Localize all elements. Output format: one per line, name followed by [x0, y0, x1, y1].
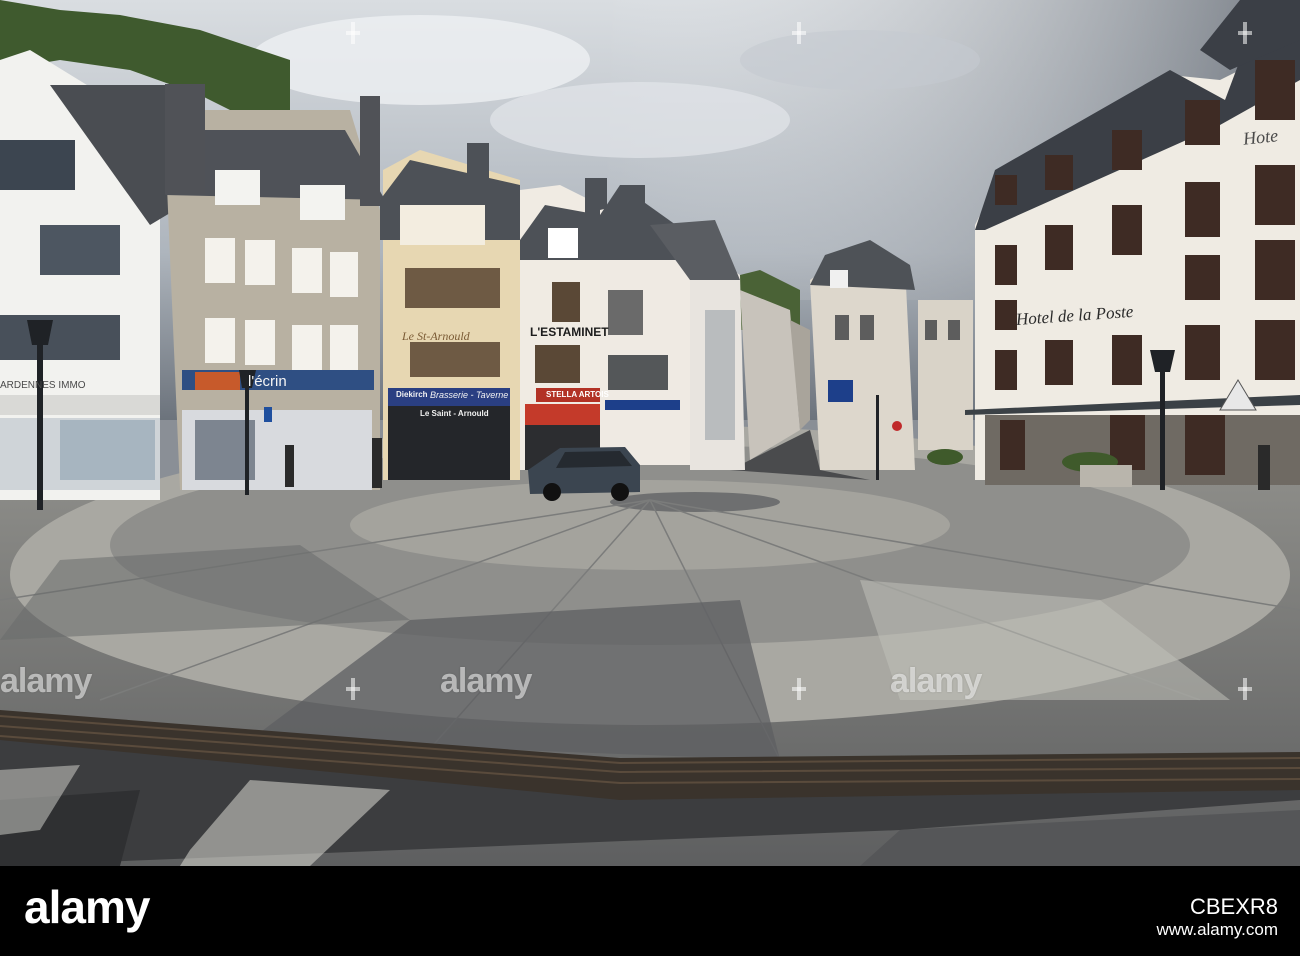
watermark-plus-icon	[346, 678, 360, 700]
saint-arnould-sign: Le Saint - Arnould	[420, 409, 489, 418]
stock-photo: ARDENNES IMMO l'écrin Le St-Arnould Diek…	[0, 0, 1300, 956]
website-link[interactable]: www.alamy.com	[1156, 921, 1278, 938]
cloud	[490, 82, 790, 158]
footer-bar	[0, 866, 1300, 956]
watermark-plus-icon	[1238, 678, 1252, 700]
town-square-photo	[0, 0, 1300, 866]
alamy-logo: alamy	[24, 881, 150, 933]
cloud	[740, 30, 980, 90]
town-square-scene	[0, 0, 1300, 866]
brasserie-sign: Brasserie - Taverne	[430, 390, 509, 400]
watermark-plus-icon	[346, 22, 360, 44]
stella-artois-sign: STELLA ARTOIS	[546, 390, 609, 399]
image-id: CBEXR8	[1189, 894, 1278, 919]
watermark-plus-icon	[792, 22, 806, 44]
hotel-corner-sign: Hote	[1242, 125, 1279, 149]
estaminet-sign: L'ESTAMINET	[530, 325, 609, 339]
ecrin-shop-sign: l'écrin	[248, 373, 287, 390]
watermark-text: alamy	[0, 662, 92, 700]
watermark-plus-icon	[792, 678, 806, 700]
cloud	[250, 15, 590, 105]
watermark-text: alamy	[890, 662, 982, 700]
watermark-text: alamy	[440, 662, 532, 700]
watermark-plus-icon	[1238, 22, 1252, 44]
st-arnould-building	[380, 143, 520, 480]
st-arnould-facade-sign: Le St-Arnould	[402, 329, 470, 343]
diekirch-sign: Diekirch	[396, 390, 428, 399]
immo-shop-sign: ARDENNES IMMO	[0, 380, 86, 391]
paved-circle-inner	[350, 480, 950, 570]
stone-building	[165, 84, 385, 490]
